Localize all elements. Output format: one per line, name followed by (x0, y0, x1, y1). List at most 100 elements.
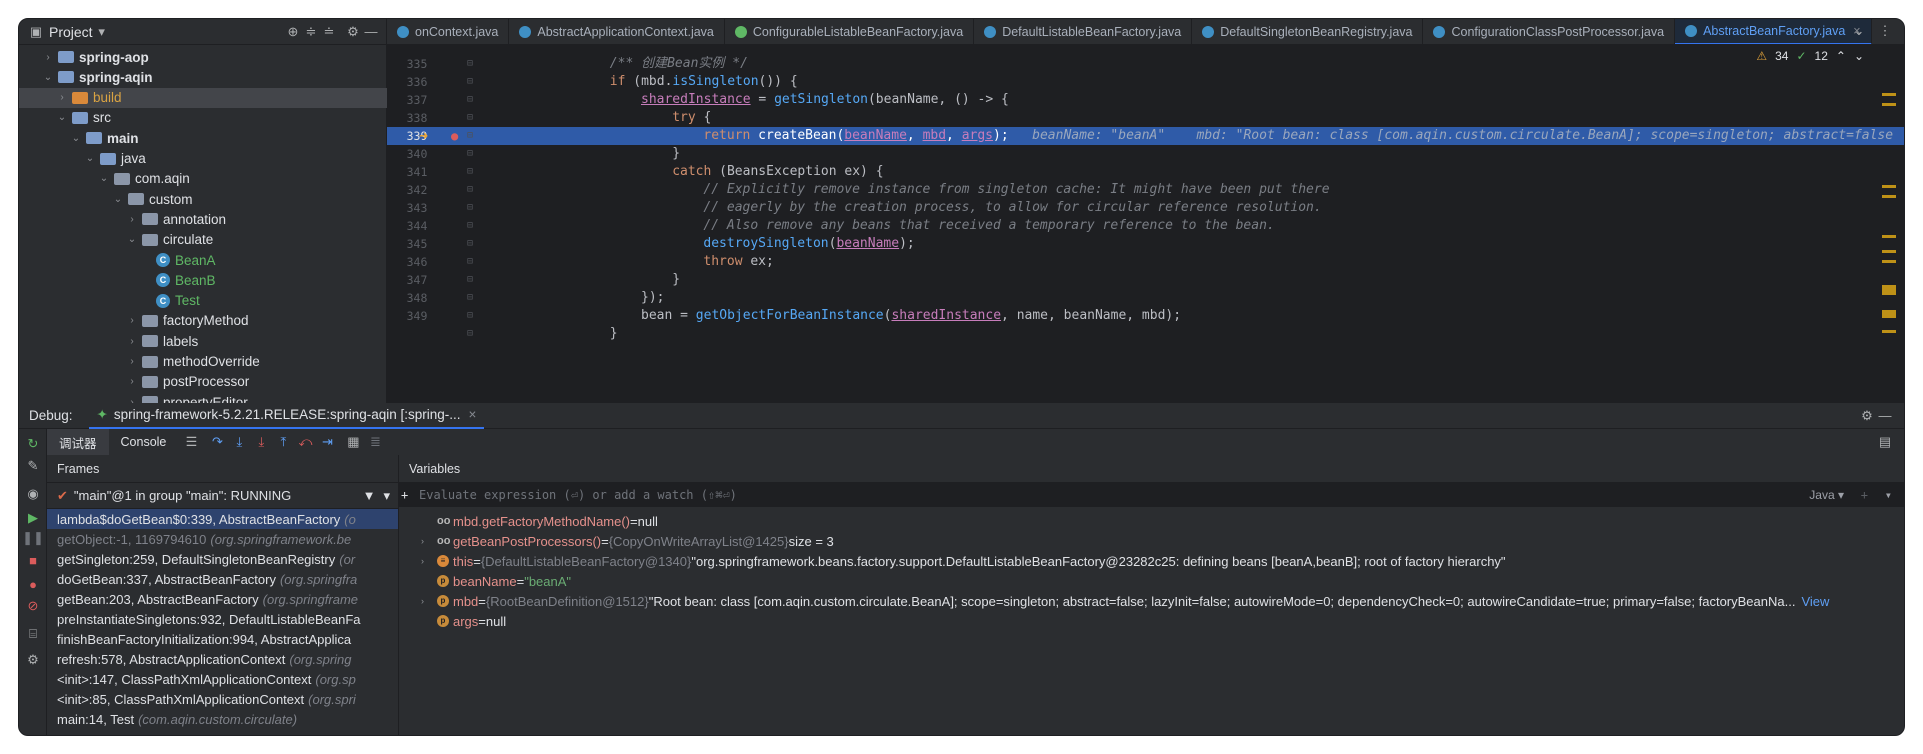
add-icon[interactable]: + (401, 488, 408, 502)
wrench-icon[interactable]: ✎ (24, 457, 42, 475)
pause-icon[interactable]: ❚❚ (22, 529, 44, 547)
stack-frame[interactable]: doGetBean:337, AbstractBeanFactory (org.s… (47, 569, 398, 589)
line-number[interactable]: 338 (387, 109, 447, 127)
stack-frame[interactable]: lambda$doGetBean$0:339, AbstractBeanFact… (47, 509, 398, 529)
collapse-all-icon[interactable]: ≐ (320, 23, 338, 41)
gear-icon[interactable]: ⚙ (1858, 407, 1876, 425)
fold-icon[interactable]: ⊟ (467, 55, 473, 73)
menu-icon[interactable]: ☰ (182, 433, 200, 451)
settings-icon[interactable]: ⚙ (24, 651, 42, 669)
layout-icon[interactable]: ▤ (1876, 433, 1894, 451)
fold-icon[interactable]: ⊟ (467, 253, 473, 271)
variable-row[interactable]: p beanName = "beanA" (399, 571, 1904, 591)
debug-session-tab[interactable]: ✦ spring-framework-5.2.21.RELEASE:spring… (88, 403, 485, 429)
fold-icon[interactable]: ⊟ (467, 73, 473, 91)
force-step-into-icon[interactable]: ⤓ (252, 433, 270, 451)
fold-icon[interactable]: ⊟ (467, 91, 473, 109)
code-text[interactable]: sharedInstance = getSingleton(beanName, … (641, 91, 1009, 109)
trace-icon[interactable]: ≣ (366, 433, 384, 451)
code-line[interactable]: 342 ⊟ // Explicitly remove instance from s… (387, 181, 1904, 199)
chevron-icon[interactable]: › (125, 376, 139, 387)
line-number[interactable]: 342 (387, 181, 447, 199)
chevron-icon[interactable]: ⌄ (83, 153, 97, 164)
code-text[interactable]: /** 创建Bean实例 */ (610, 55, 748, 73)
tree-item[interactable]: ⌄ java (19, 149, 387, 169)
fold-icon[interactable]: ⊟ (467, 199, 473, 217)
chevron-icon[interactable]: › (55, 92, 69, 103)
line-number[interactable]: 344 (387, 217, 447, 235)
fold-icon[interactable]: ⊟ (467, 235, 473, 253)
line-number[interactable]: 346 (387, 253, 447, 271)
rerun-icon[interactable]: ↻ (24, 435, 42, 453)
chevron-down-icon[interactable]: ▾ (383, 488, 390, 504)
code-text[interactable]: } (672, 271, 680, 289)
code-text[interactable]: // Explicitly remove instance from singl… (703, 181, 1329, 199)
camera-icon[interactable]: ⌸ (24, 625, 42, 643)
run-to-cursor-icon[interactable]: ⇥ (318, 433, 336, 451)
stack-frame[interactable]: getBean:203, AbstractBeanFactory (org.spr… (47, 589, 398, 609)
stack-frame[interactable]: preInstantiateSingletons:932, DefaultLis… (47, 609, 398, 629)
tree-item[interactable]: › annotation (19, 209, 387, 229)
tab-debugger[interactable]: 调试器 (47, 429, 109, 455)
project-title[interactable]: Project (49, 24, 93, 40)
tree-item[interactable]: ⌄ circulate (19, 230, 387, 250)
line-number[interactable]: 348 (387, 289, 447, 307)
expand-all-icon[interactable]: ≑ (302, 23, 320, 41)
stack-frame[interactable]: main:14, Test (com.aqin.custom.circulate) (47, 709, 398, 729)
step-out-icon[interactable]: ⤒ (274, 433, 292, 451)
error-stripe[interactable] (1882, 85, 1896, 385)
chevron-icon[interactable]: › (125, 315, 139, 326)
eye-icon[interactable]: ◉ (24, 485, 42, 503)
line-number[interactable]: 339 (387, 127, 447, 145)
chevron-down-icon[interactable]: ▾ (93, 23, 111, 41)
locate-icon[interactable]: ⊕ (284, 23, 302, 41)
tree-item[interactable]: ⌄ custom (19, 189, 387, 209)
tree-item[interactable]: › spring-aop (19, 47, 387, 67)
line-number[interactable]: 337 (387, 91, 447, 109)
language-selector[interactable]: Java ▾ (1809, 488, 1844, 502)
add-watch-icon[interactable]: + (1861, 488, 1868, 502)
chevron-icon[interactable]: ⌄ (41, 72, 55, 83)
chevron-down-icon[interactable]: ▾ (1885, 488, 1892, 502)
line-number[interactable]: 347 (387, 271, 447, 289)
editor-tab[interactable]: AbstractBeanFactory.java × (1675, 19, 1872, 44)
tree-item[interactable]: ⌄ main (19, 128, 387, 148)
fold-icon[interactable]: ⊟ (467, 145, 473, 163)
fold-icon[interactable]: ⊟ (467, 163, 473, 181)
editor-tab[interactable]: AbstractApplicationContext.java (509, 19, 725, 44)
fold-icon[interactable]: ⊟ (467, 127, 473, 145)
variable-row[interactable]: › ≡ this = {DefaultListableBeanFactory@134… (399, 551, 1904, 571)
expand-chevron-icon[interactable]: › (421, 556, 433, 566)
code-editor[interactable]: ⚠ 34 ✓ 12 ⌃ ⌄ 335 ⊟/** 创建Bean实例 */336 ⊟ if … (387, 45, 1904, 403)
fold-icon[interactable]: ⊟ (467, 325, 473, 343)
code-line[interactable]: 343 ⊟ // eagerly by the creation process, … (387, 199, 1904, 217)
editor-tab[interactable]: DefaultListableBeanFactory.java (974, 19, 1193, 44)
close-icon[interactable]: × (469, 407, 477, 422)
resume-icon[interactable]: ▶ (24, 509, 42, 527)
more-icon[interactable]: ⋮ (1876, 22, 1894, 40)
step-into-icon[interactable]: ⤓ (230, 433, 248, 451)
code-line[interactable]: 345 ⊟ destroySingleton(beanName); (387, 235, 1904, 253)
code-text[interactable]: if (mbd.isSingleton()) { (610, 73, 798, 91)
view-link[interactable]: View (1801, 594, 1829, 609)
drop-frame-icon[interactable]: ⤺ (296, 433, 314, 451)
line-number[interactable]: 345 (387, 235, 447, 253)
code-line[interactable]: 336 ⊟ if (mbd.isSingleton()) { (387, 73, 1904, 91)
tab-list-chevron-icon[interactable]: ⌄ (1850, 22, 1868, 40)
thread-selector[interactable]: ✔ "main"@1 in group "main": RUNNING ▼ ▾ (47, 483, 398, 509)
code-line[interactable]: 337 ⊟ sharedInstance = getSingleton(beanNa… (387, 91, 1904, 109)
code-text[interactable]: // Also remove any beans that received a… (703, 217, 1274, 235)
tree-item[interactable]: C Test (19, 291, 387, 311)
minimize-icon[interactable]: — (362, 23, 380, 41)
expand-chevron-icon[interactable]: › (421, 536, 433, 546)
code-text[interactable]: try { (672, 109, 711, 127)
tree-item[interactable]: ⌄ spring-aqin (19, 67, 387, 87)
code-line[interactable]: ⊟} (387, 325, 1904, 343)
chevron-icon[interactable]: › (41, 52, 55, 63)
code-line[interactable]: 340 ⊟} (387, 145, 1904, 163)
tree-item[interactable]: C BeanA (19, 250, 387, 270)
stack-frame[interactable]: getSingleton:259, DefaultSingletonBeanRe… (47, 549, 398, 569)
editor-tab[interactable]: onContext.java (387, 19, 510, 44)
code-text[interactable]: } (672, 145, 680, 163)
evaluate-icon[interactable]: ▦ (344, 433, 362, 451)
